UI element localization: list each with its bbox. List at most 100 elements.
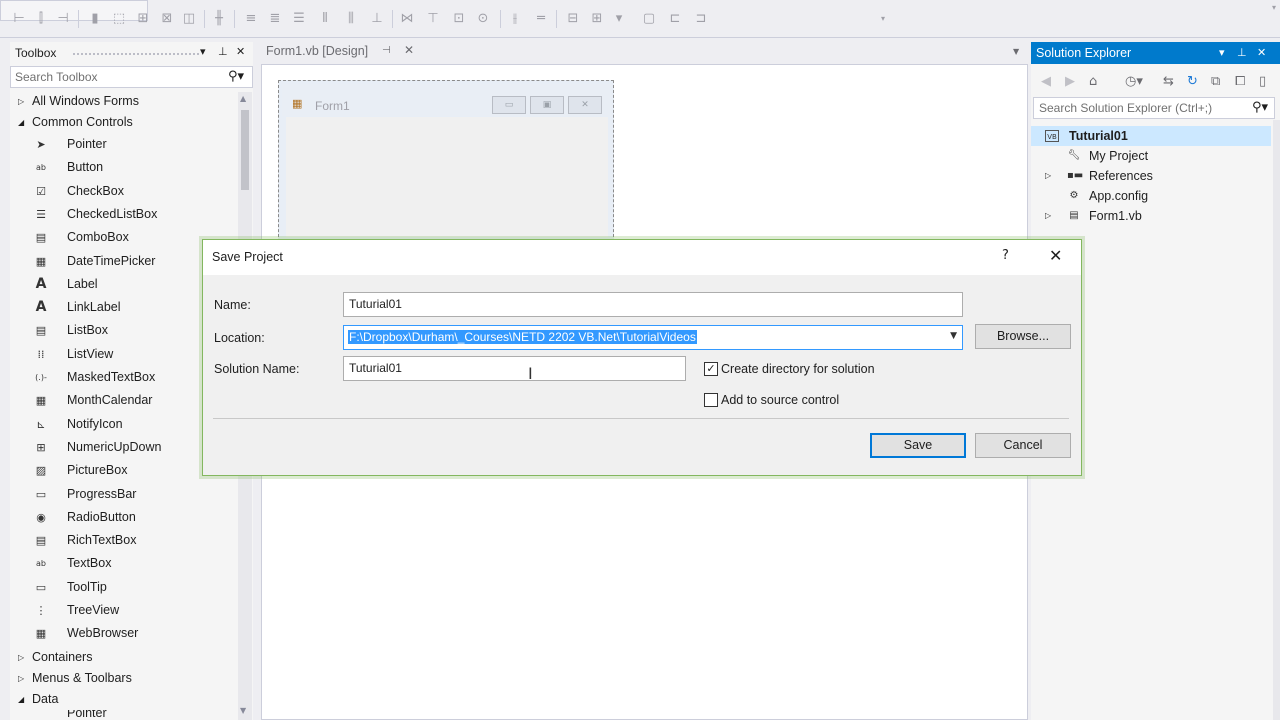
forward-icon[interactable]: ▶ bbox=[1065, 74, 1075, 89]
toolbox-item-button[interactable]: ab Button bbox=[10, 156, 238, 179]
toolbox-item-richtextbox[interactable]: ▤ RichTextBox bbox=[10, 529, 238, 552]
pin-icon[interactable]: ⊥ bbox=[1237, 46, 1247, 59]
vertical-spacing-icon[interactable]: ⫼ bbox=[344, 12, 358, 26]
save-button[interactable]: Save bbox=[870, 433, 966, 458]
node-my-project[interactable]: 🔧︎ My Project bbox=[1045, 146, 1245, 166]
home-icon[interactable]: ⌂ bbox=[1089, 74, 1097, 89]
dropdown-arrow-icon[interactable]: ▾ bbox=[612, 12, 626, 26]
search-icon[interactable]: ⚲▾ bbox=[228, 69, 244, 84]
send-back-icon[interactable]: ⬚ bbox=[112, 12, 126, 26]
close-icon[interactable]: ✕ bbox=[236, 45, 245, 58]
toolbox-item-partial[interactable]: Pointer bbox=[10, 710, 238, 720]
lock-icon[interactable]: ⊡ bbox=[452, 12, 466, 26]
horizontal-size-icon[interactable]: ☰ bbox=[292, 12, 306, 26]
maskedtextbox-icon: (.)- bbox=[35, 373, 47, 382]
node-app-config[interactable]: ⚙ App.config bbox=[1045, 186, 1245, 206]
name-input[interactable]: Tuturial01 bbox=[343, 292, 963, 317]
help-button[interactable]: ? bbox=[1002, 248, 1009, 263]
expand-arrow-icon[interactable]: ▷ bbox=[18, 91, 24, 112]
browse-button[interactable]: Browse... bbox=[975, 324, 1071, 349]
node-references[interactable]: ▷ ▪▬ References bbox=[1045, 166, 1245, 186]
location-combobox[interactable]: F:\Dropbox\Durham\_Courses\NETD 2202 VB.… bbox=[343, 325, 963, 350]
vertical-size-icon[interactable]: ⊥ bbox=[370, 12, 384, 26]
chevron-down-icon[interactable]: ▼ bbox=[1013, 47, 1019, 56]
horizontal-align-icon[interactable]: ≡ bbox=[244, 12, 258, 26]
form1-designer[interactable]: ▦ Form1 ▭ ▣ ✕ bbox=[278, 80, 614, 242]
align-centers-icon[interactable]: ⫿ bbox=[34, 12, 48, 26]
toolbox-group-menus-toolbars[interactable]: ▷ Menus & Toolbars bbox=[10, 668, 238, 689]
history-icon[interactable]: ◷▾ bbox=[1125, 74, 1143, 89]
collapse-all-icon[interactable]: ⧉ bbox=[1211, 74, 1220, 89]
snap-icon[interactable]: ⊟ bbox=[566, 12, 580, 26]
sync-icon[interactable]: ⇆ bbox=[1163, 74, 1174, 89]
toolbox-item-tooltip[interactable]: ▭ ToolTip bbox=[10, 576, 238, 599]
back-icon[interactable]: ◀ bbox=[1041, 74, 1051, 89]
order-icon[interactable]: ⋈ bbox=[400, 12, 414, 26]
properties-icon[interactable]: ▯ bbox=[1259, 74, 1266, 89]
document-icon[interactable]: ▢ bbox=[642, 12, 656, 26]
make-same-width-icon[interactable]: ⫲ bbox=[508, 12, 522, 26]
window-position-icon[interactable]: ▾ bbox=[200, 45, 206, 58]
expand-arrow-icon[interactable]: ▷ bbox=[18, 668, 24, 689]
pin-icon[interactable]: ⊥ bbox=[218, 45, 228, 58]
show-all-files-icon[interactable]: ⧠ bbox=[1235, 74, 1245, 89]
scrollbar-thumb[interactable] bbox=[241, 110, 249, 190]
view-code-icon[interactable]: ⊏ bbox=[668, 12, 682, 26]
size-icon[interactable]: ◫ bbox=[182, 12, 196, 26]
bring-front-icon[interactable]: ▮ bbox=[88, 12, 102, 26]
horizontal-spacing-icon[interactable]: ≣ bbox=[268, 12, 282, 26]
close-icon[interactable]: ✕ bbox=[1257, 46, 1266, 59]
solution-explorer-search-input[interactable]: Search Solution Explorer (Ctrl+;) ⚲▾ bbox=[1033, 97, 1275, 119]
search-icon[interactable]: ⚲▾ bbox=[1252, 100, 1268, 115]
expand-arrow-icon[interactable]: ▷ bbox=[1045, 206, 1051, 226]
close-icon[interactable]: ✕ bbox=[404, 43, 414, 57]
grid-size-icon[interactable]: ⊞ bbox=[590, 12, 604, 26]
toolbox-item-progressbar[interactable]: ▭ ProgressBar bbox=[10, 483, 238, 506]
align-rights-icon[interactable]: ⊣ bbox=[56, 12, 70, 26]
expand-arrow-icon[interactable]: ▷ bbox=[1045, 166, 1051, 186]
form1-title-bar: ▦ Form1 ▭ ▣ ✕ bbox=[282, 84, 612, 116]
center-icon[interactable]: ╫ bbox=[212, 12, 226, 26]
source-control-checkbox[interactable] bbox=[704, 393, 718, 407]
align-lefts-icon[interactable]: ⊢ bbox=[12, 12, 26, 26]
create-directory-checkbox[interactable]: ✓ bbox=[704, 362, 718, 376]
cancel-button[interactable]: Cancel bbox=[975, 433, 1071, 458]
pin-icon[interactable]: ⊣ bbox=[382, 45, 391, 56]
scroll-up-icon[interactable]: ▲ bbox=[240, 94, 246, 103]
toolbox-item-webbrowser[interactable]: ▦ WebBrowser bbox=[10, 622, 238, 645]
toolbox-item-treeview[interactable]: ⋮ TreeView bbox=[10, 599, 238, 622]
chevron-down-icon[interactable]: ▼ bbox=[950, 331, 957, 341]
toolbox-item-checkbox[interactable]: ☑ CheckBox bbox=[10, 180, 238, 203]
refresh-icon[interactable]: ↻ bbox=[1187, 74, 1198, 89]
tab-form1-design[interactable]: Form1.vb [Design] bbox=[258, 42, 376, 63]
notifyicon-icon: ⊾ bbox=[36, 417, 46, 431]
format-icon[interactable]: ⊙ bbox=[476, 12, 490, 26]
window-position-icon[interactable]: ▾ bbox=[1219, 46, 1225, 59]
toolbox-item-pointer[interactable]: ➤ Pointer bbox=[10, 133, 238, 156]
solution-explorer-scrollbar[interactable] bbox=[1273, 120, 1280, 720]
tab-order-icon[interactable]: ⊤ bbox=[426, 12, 440, 26]
node-form1-vb[interactable]: ▷ ▤ Form1.vb bbox=[1045, 206, 1245, 226]
toolbox-group-common-controls[interactable]: ◢ Common Controls bbox=[10, 112, 238, 133]
vertical-align-icon[interactable]: ⫴ bbox=[318, 12, 332, 26]
toolbar-overflow-icon[interactable]: ▾ bbox=[876, 12, 890, 26]
toolbox-search-input[interactable]: Search Toolbox ⚲▾ bbox=[10, 66, 253, 88]
toolbox-item-checkedlistbox[interactable]: ☰ CheckedListBox bbox=[10, 203, 238, 226]
grid-icon[interactable]: ⊞ bbox=[136, 12, 150, 26]
close-icon[interactable]: ✕ bbox=[1049, 246, 1062, 265]
collapse-arrow-icon[interactable]: ◢ bbox=[18, 689, 24, 710]
expand-arrow-icon[interactable]: ▷ bbox=[18, 647, 24, 668]
button-icon: ab bbox=[36, 163, 46, 173]
view-designer-icon[interactable]: ⊐ bbox=[694, 12, 708, 26]
toolbox-item-radiobutton[interactable]: ◉ RadioButton bbox=[10, 506, 238, 529]
scroll-down-icon[interactable]: ▼ bbox=[240, 706, 246, 715]
toolbox-group-all-windows-forms[interactable]: ▷ All Windows Forms bbox=[10, 91, 238, 112]
make-same-height-icon[interactable]: ═ bbox=[534, 12, 548, 26]
spacing-icon[interactable]: ⊠ bbox=[160, 12, 174, 26]
toolbox-group-containers[interactable]: ▷ Containers bbox=[10, 647, 238, 668]
form1-client-area[interactable] bbox=[286, 117, 608, 237]
toolbox-item-textbox[interactable]: ab TextBox bbox=[10, 552, 238, 575]
solution-name-input[interactable]: Tuturial01 bbox=[343, 356, 686, 381]
toolbox-group-data[interactable]: ◢ Data bbox=[10, 689, 238, 710]
collapse-arrow-icon[interactable]: ◢ bbox=[18, 112, 24, 133]
